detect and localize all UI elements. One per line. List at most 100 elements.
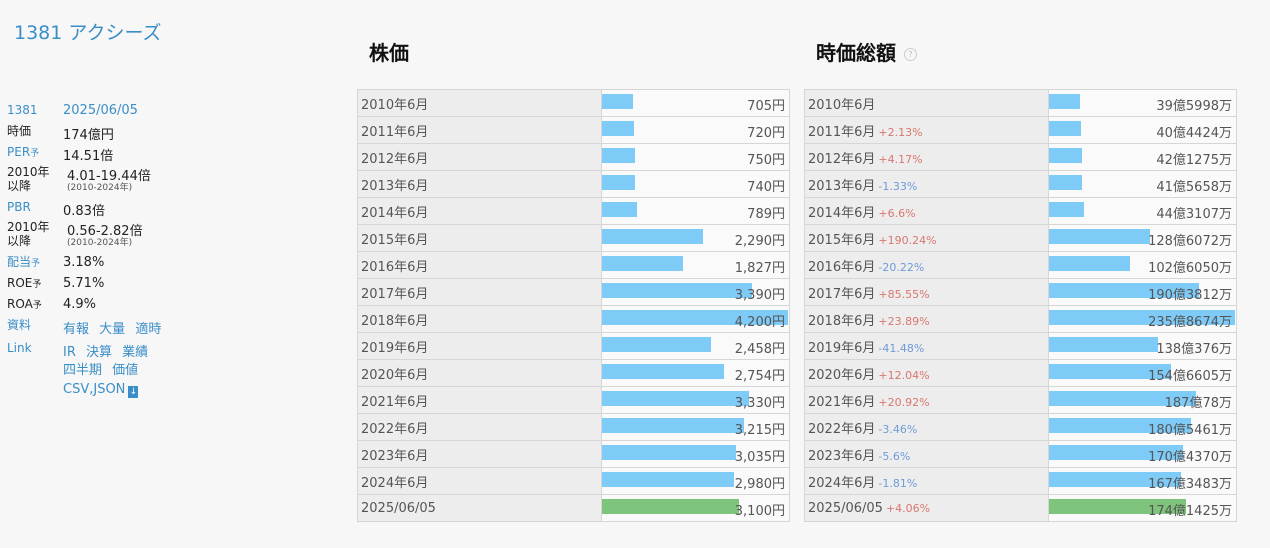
period-label: 2020年6月 [361, 367, 429, 383]
period-cell: 2012年6月 [357, 143, 602, 171]
bar-cell: 740円 [601, 170, 790, 198]
table-row: 2019年6月 -41.48% 138億376万 [804, 332, 1237, 360]
value-bar [1049, 202, 1084, 217]
table-row: 2013年6月 740円 [357, 170, 790, 198]
data-date[interactable]: 2025/06/05 [63, 103, 138, 118]
link-ir[interactable]: IR [63, 345, 76, 360]
change-percent: +2.13% [878, 125, 923, 139]
csv-json-link[interactable]: CSV,JSON ↓ [63, 382, 139, 398]
bar-cell: 174億1425万 [1048, 494, 1237, 522]
per-label[interactable]: PER予 [7, 145, 39, 161]
link-quarterly[interactable]: 四半期 [63, 363, 102, 378]
table-row: 2022年6月 3,215円 [357, 413, 790, 441]
bar-cell: 128億6072万 [1048, 224, 1237, 252]
period-cell: 2019年6月 [357, 332, 602, 360]
stock-code[interactable]: 1381 [7, 103, 38, 117]
company-title[interactable]: 1381 アクシーズ [14, 18, 162, 45]
value-bar [1049, 148, 1083, 163]
period-cell: 2021年6月 +20.92% [804, 386, 1049, 414]
period-label: 2019年6月 [361, 340, 429, 356]
value-bar [1049, 175, 1082, 190]
link-links: IR 決算 業績 [63, 341, 154, 360]
period-cell: 2016年6月 -20.22% [804, 251, 1049, 279]
value-bar [602, 148, 636, 163]
period-label: 2015年6月 [361, 232, 429, 248]
market-cap-table: 2010年6月 39億5998万 2011年6月 +2.13% 40億4424万 2012… [804, 89, 1237, 522]
period-label: 2022年6月 [808, 421, 876, 437]
forecast-mark: 予 [32, 301, 42, 311]
value-bar [602, 418, 745, 433]
bar-cell: 750円 [601, 143, 790, 171]
link-gyoseki[interactable]: 業績 [122, 345, 148, 360]
pbr-label[interactable]: PBR [7, 200, 31, 214]
bar-cell: 1,827円 [601, 251, 790, 279]
bar-cell: 190億3812万 [1048, 278, 1237, 306]
download-icon[interactable]: ↓ [128, 386, 139, 398]
market-cap-value: 174億円 [63, 128, 114, 143]
bar-cell: 41億5658万 [1048, 170, 1237, 198]
period-cell: 2015年6月 +190.24% [804, 224, 1049, 252]
period-label: 2014年6月 [808, 205, 876, 221]
change-percent: +6.6% [878, 206, 916, 220]
value-text: 174億1425万 [1148, 504, 1232, 519]
period-label: 2023年6月 [808, 448, 876, 464]
table-row: 2024年6月 -1.81% 167億3483万 [804, 467, 1237, 495]
bar-cell: 789円 [601, 197, 790, 225]
period-cell: 2022年6月 [357, 413, 602, 441]
table-row: 2011年6月 720円 [357, 116, 790, 144]
table-row: 2017年6月 +85.55% 190億3812万 [804, 278, 1237, 306]
value-text: 2,290円 [734, 234, 785, 249]
value-text: 39億5998万 [1156, 99, 1232, 114]
dividend-label[interactable]: 配当予 [7, 255, 40, 271]
period-label: 2010年6月 [361, 97, 429, 113]
table-row: 2025/06/05 +4.06% 174億1425万 [804, 494, 1237, 522]
bar-cell: 3,390円 [601, 278, 790, 306]
csv-json-text[interactable]: CSV,JSON [63, 382, 125, 397]
value-text: 170億4370万 [1148, 450, 1232, 465]
bar-cell: 2,458円 [601, 332, 790, 360]
value-bar [602, 175, 635, 190]
link-label: Link [7, 341, 32, 355]
table-row: 2011年6月 +2.13% 40億4424万 [804, 116, 1237, 144]
roa-value: 4.9% [63, 297, 97, 312]
value-text: 3,215円 [734, 423, 785, 438]
value-bar [602, 472, 735, 487]
dividend-label-text: 配当 [7, 255, 32, 269]
value-text: 41億5658万 [1156, 180, 1232, 195]
table-row: 2020年6月 2,754円 [357, 359, 790, 387]
doc-link-tairyo[interactable]: 大量 [99, 322, 125, 337]
bar-cell: 154億6605万 [1048, 359, 1237, 387]
help-icon[interactable]: ? [904, 48, 917, 61]
period-cell: 2020年6月 +12.04% [804, 359, 1049, 387]
pbr-range-note: (2010-2024年) [67, 238, 133, 248]
stock-price-title: 株価 [369, 41, 409, 65]
link-links-2: 四半期 価値 [63, 359, 144, 378]
change-percent: -5.6% [878, 449, 911, 463]
doc-link-tekiji[interactable]: 適時 [135, 322, 161, 337]
roe-value: 5.71% [63, 276, 105, 291]
doc-link-yuho[interactable]: 有報 [63, 322, 89, 337]
table-row: 2014年6月 789円 [357, 197, 790, 225]
value-text: 40億4424万 [1156, 126, 1232, 141]
period-label: 2020年6月 [808, 367, 876, 383]
bar-cell: 138億376万 [1048, 332, 1237, 360]
table-row: 2015年6月 +190.24% 128億6072万 [804, 224, 1237, 252]
change-percent: -3.46% [878, 422, 918, 436]
value-bar [602, 391, 750, 406]
bar-cell: 180億5461万 [1048, 413, 1237, 441]
value-text: 3,390円 [734, 288, 785, 303]
value-text: 180億5461万 [1148, 423, 1232, 438]
link-value[interactable]: 価値 [112, 363, 138, 378]
change-percent: +12.04% [878, 368, 930, 382]
period-label: 2013年6月 [361, 178, 429, 194]
bar-cell: 3,035円 [601, 440, 790, 468]
bar-cell: 187億78万 [1048, 386, 1237, 414]
bar-cell: 44億3107万 [1048, 197, 1237, 225]
period-cell: 2021年6月 [357, 386, 602, 414]
table-row: 2020年6月 +12.04% 154億6605万 [804, 359, 1237, 387]
change-percent: -41.48% [878, 341, 925, 355]
link-kessan[interactable]: 決算 [86, 345, 112, 360]
value-bar [1049, 121, 1081, 136]
roe-label: ROE予 [7, 276, 41, 292]
pbr-range-label: 2010年以降 [7, 220, 50, 248]
